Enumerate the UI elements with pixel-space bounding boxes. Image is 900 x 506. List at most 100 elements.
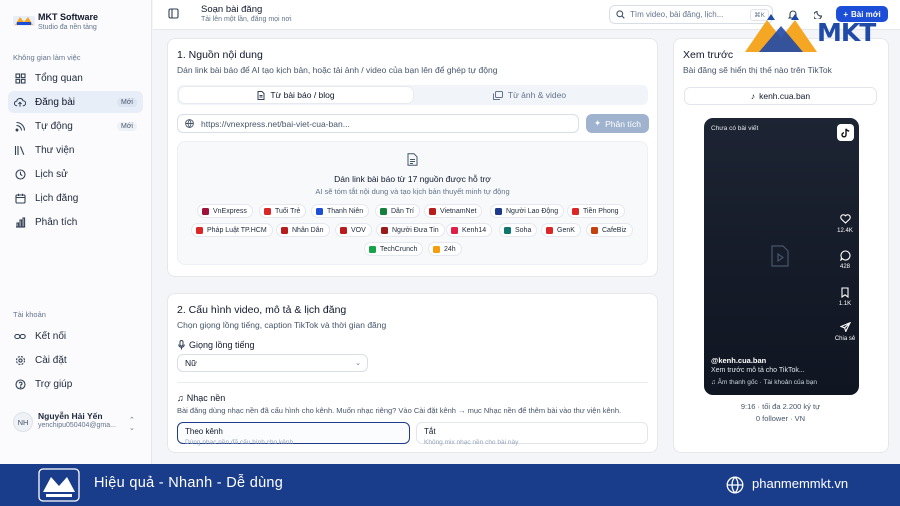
banner-slogan: Hiệu quả - Nhanh - Dễ dùng	[94, 475, 284, 491]
workspace-section-label: Không gian làm việc	[13, 53, 81, 62]
preview-title: Xem trước	[683, 49, 734, 61]
analyze-button[interactable]: ✦ Phân tích	[586, 114, 649, 133]
comment-action[interactable]: 428	[834, 248, 856, 270]
share-icon	[838, 320, 852, 334]
source-chip-tienphong[interactable]: Tiền Phong	[567, 204, 625, 218]
preview-account-button[interactable]: ♪ kenh.cua.ban	[684, 87, 877, 105]
page-title: Soạn bài đăng	[201, 4, 263, 15]
source-chip-24h[interactable]: 24h	[428, 242, 462, 256]
chip-label: TechCrunch	[380, 245, 418, 253]
source-title: 1. Nguồn nội dung	[177, 49, 263, 61]
chip-label: Soha	[515, 226, 532, 234]
source-logo-icon	[546, 226, 553, 234]
help-icon	[14, 378, 26, 390]
sidebar-item-label: Thư viện	[35, 144, 75, 156]
source-chip-nguoilaodong[interactable]: Người Lao Động	[490, 204, 565, 218]
source-logo-icon	[202, 207, 209, 215]
source-chip-tuoitre[interactable]: Tuổi Trẻ	[259, 204, 307, 218]
source-chip-thanhnien[interactable]: Thanh Niên	[311, 204, 370, 218]
preview-description: Bài đăng sẽ hiển thị thế nào trên TikTok	[683, 65, 832, 75]
chip-label: Pháp Luật TP.HCM	[207, 226, 267, 234]
avatar[interactable]: NH	[13, 412, 33, 432]
source-chip-techcrunch[interactable]: TechCrunch	[364, 242, 424, 256]
document-icon	[257, 90, 265, 100]
sidebar-item-label: Cài đặt	[35, 354, 67, 366]
grid-icon	[14, 72, 26, 84]
chip-label: Dân Trí	[391, 207, 414, 215]
article-url-input[interactable]: https://vnexpress.net/bai-viet-cua-ban..…	[177, 114, 579, 133]
sidebar-item-auto[interactable]: Tự động Mới	[8, 115, 143, 137]
sources-subtitle: AI sẽ tóm tắt nội dung và tạo kịch bản t…	[315, 187, 510, 196]
sidebar-item-help[interactable]: Trợ giúp	[8, 373, 143, 395]
chip-label: VOV	[351, 226, 366, 234]
sidebar-item-overview[interactable]: Tổng quan	[8, 67, 143, 89]
brand-logo-icon	[13, 13, 35, 29]
tab-blog[interactable]: Từ bài báo / blog	[179, 87, 413, 103]
music-label: ♫ Nhạc nền	[177, 393, 225, 403]
source-logo-icon	[451, 226, 458, 234]
tab-blog-label: Từ bài báo / blog	[270, 90, 335, 100]
sidebar-item-label: Lịch đăng	[35, 192, 79, 204]
tiktok-logo-icon	[837, 124, 854, 141]
mkt-watermark-logo-icon	[745, 14, 817, 52]
sources-title: Dán link bài báo từ 17 nguồn được hỗ trợ	[334, 174, 491, 184]
chip-label: VnExpress	[213, 207, 247, 215]
analyze-label: Phân tích	[605, 118, 642, 129]
preview-stats: 0 follower · VN	[755, 414, 806, 423]
banner-website[interactable]: phanmemmkt.vn	[752, 476, 848, 491]
save-action[interactable]: 1.1K	[834, 285, 856, 307]
sidebar-item-connect[interactable]: Kết nối	[8, 325, 143, 347]
like-action[interactable]: 12.4K	[834, 212, 856, 234]
source-chip-vietnamnet[interactable]: VietnamNet	[424, 204, 483, 218]
voice-value: Nữ	[185, 358, 197, 368]
source-chip-genk[interactable]: GenK	[541, 223, 581, 237]
music-option-channel[interactable]: Theo kênh Dùng nhạc nền đã cấu hình cho …	[177, 422, 410, 446]
chip-label: GenK	[557, 226, 575, 234]
page-subtitle: Tải lên một lần, đăng mọi nơi	[201, 16, 292, 23]
voice-label: Giọng lồng tiếng	[189, 340, 255, 350]
source-logo-icon	[433, 245, 440, 253]
account-section-label: Tài khoản	[13, 310, 46, 319]
heart-icon	[838, 212, 852, 226]
share-action[interactable]: Chia sẻ	[834, 320, 856, 342]
source-logo-icon	[572, 207, 579, 215]
sidebar-item-library[interactable]: Thư viện	[8, 139, 143, 161]
tiktok-icon: ♪	[750, 91, 756, 101]
source-description: Dán link bài báo để AI tạo kịch bản, hoặ…	[177, 65, 498, 75]
sidebar-item-history[interactable]: Lịch sử	[8, 163, 143, 185]
comment-count: 428	[839, 264, 850, 270]
source-chip-nguoiduatin[interactable]: Người Đưa Tin	[376, 223, 445, 237]
source-logo-icon	[591, 226, 598, 234]
sidebar-item-schedule[interactable]: Lịch đăng	[8, 187, 143, 209]
source-chip-kenh14[interactable]: Kenh14	[446, 223, 493, 237]
new-badge: Mới	[117, 121, 137, 131]
preview-caption: Xem trước mô tả cho TikTok...	[711, 367, 805, 374]
tab-media[interactable]: Từ ảnh & video	[413, 87, 646, 103]
source-chip-vov[interactable]: VOV	[335, 223, 372, 237]
source-logo-icon	[316, 207, 323, 215]
chip-label: Tiền Phong	[583, 207, 619, 215]
globe-icon	[726, 476, 744, 494]
source-logo-icon	[504, 226, 511, 234]
chevron-updown-icon[interactable]: ⌃ ⌄	[129, 416, 135, 432]
source-chip-soha[interactable]: Soha	[499, 223, 538, 237]
sidebar-item-label: Tổng quan	[35, 72, 83, 84]
search-placeholder: Tìm video, bài đăng, lịch...	[630, 10, 724, 19]
music-option-off[interactable]: Tắt Không mix nhạc nền cho bài này	[416, 422, 648, 446]
source-logo-icon	[196, 226, 203, 234]
source-chip-cafebiz[interactable]: CafeBiz	[586, 223, 633, 237]
source-chip-vnexpress[interactable]: VnExpress	[197, 204, 253, 218]
chip-label: Người Lao Động	[506, 207, 559, 215]
option-subtitle: Không mix nhạc nền cho bài này	[424, 439, 519, 446]
sidebar-item-analytics[interactable]: Phân tích	[8, 211, 143, 233]
source-chip-phapluat[interactable]: Pháp Luật TP.HCM	[191, 223, 273, 237]
source-chip-nhandan[interactable]: Nhân Dân	[276, 223, 330, 237]
voice-select[interactable]: Nữ ⌄	[177, 354, 368, 372]
sidebar-item-settings[interactable]: Cài đặt	[8, 349, 143, 371]
source-logo-icon	[495, 207, 502, 215]
chip-label: Kenh14	[462, 226, 487, 234]
source-chip-dantri[interactable]: Dân Trí	[375, 204, 420, 218]
sidebar-toggle-icon[interactable]	[168, 8, 179, 19]
sidebar-item-post[interactable]: Đăng bài Mới	[8, 91, 143, 113]
preview-handle: @kenh.cua.ban	[711, 356, 767, 365]
